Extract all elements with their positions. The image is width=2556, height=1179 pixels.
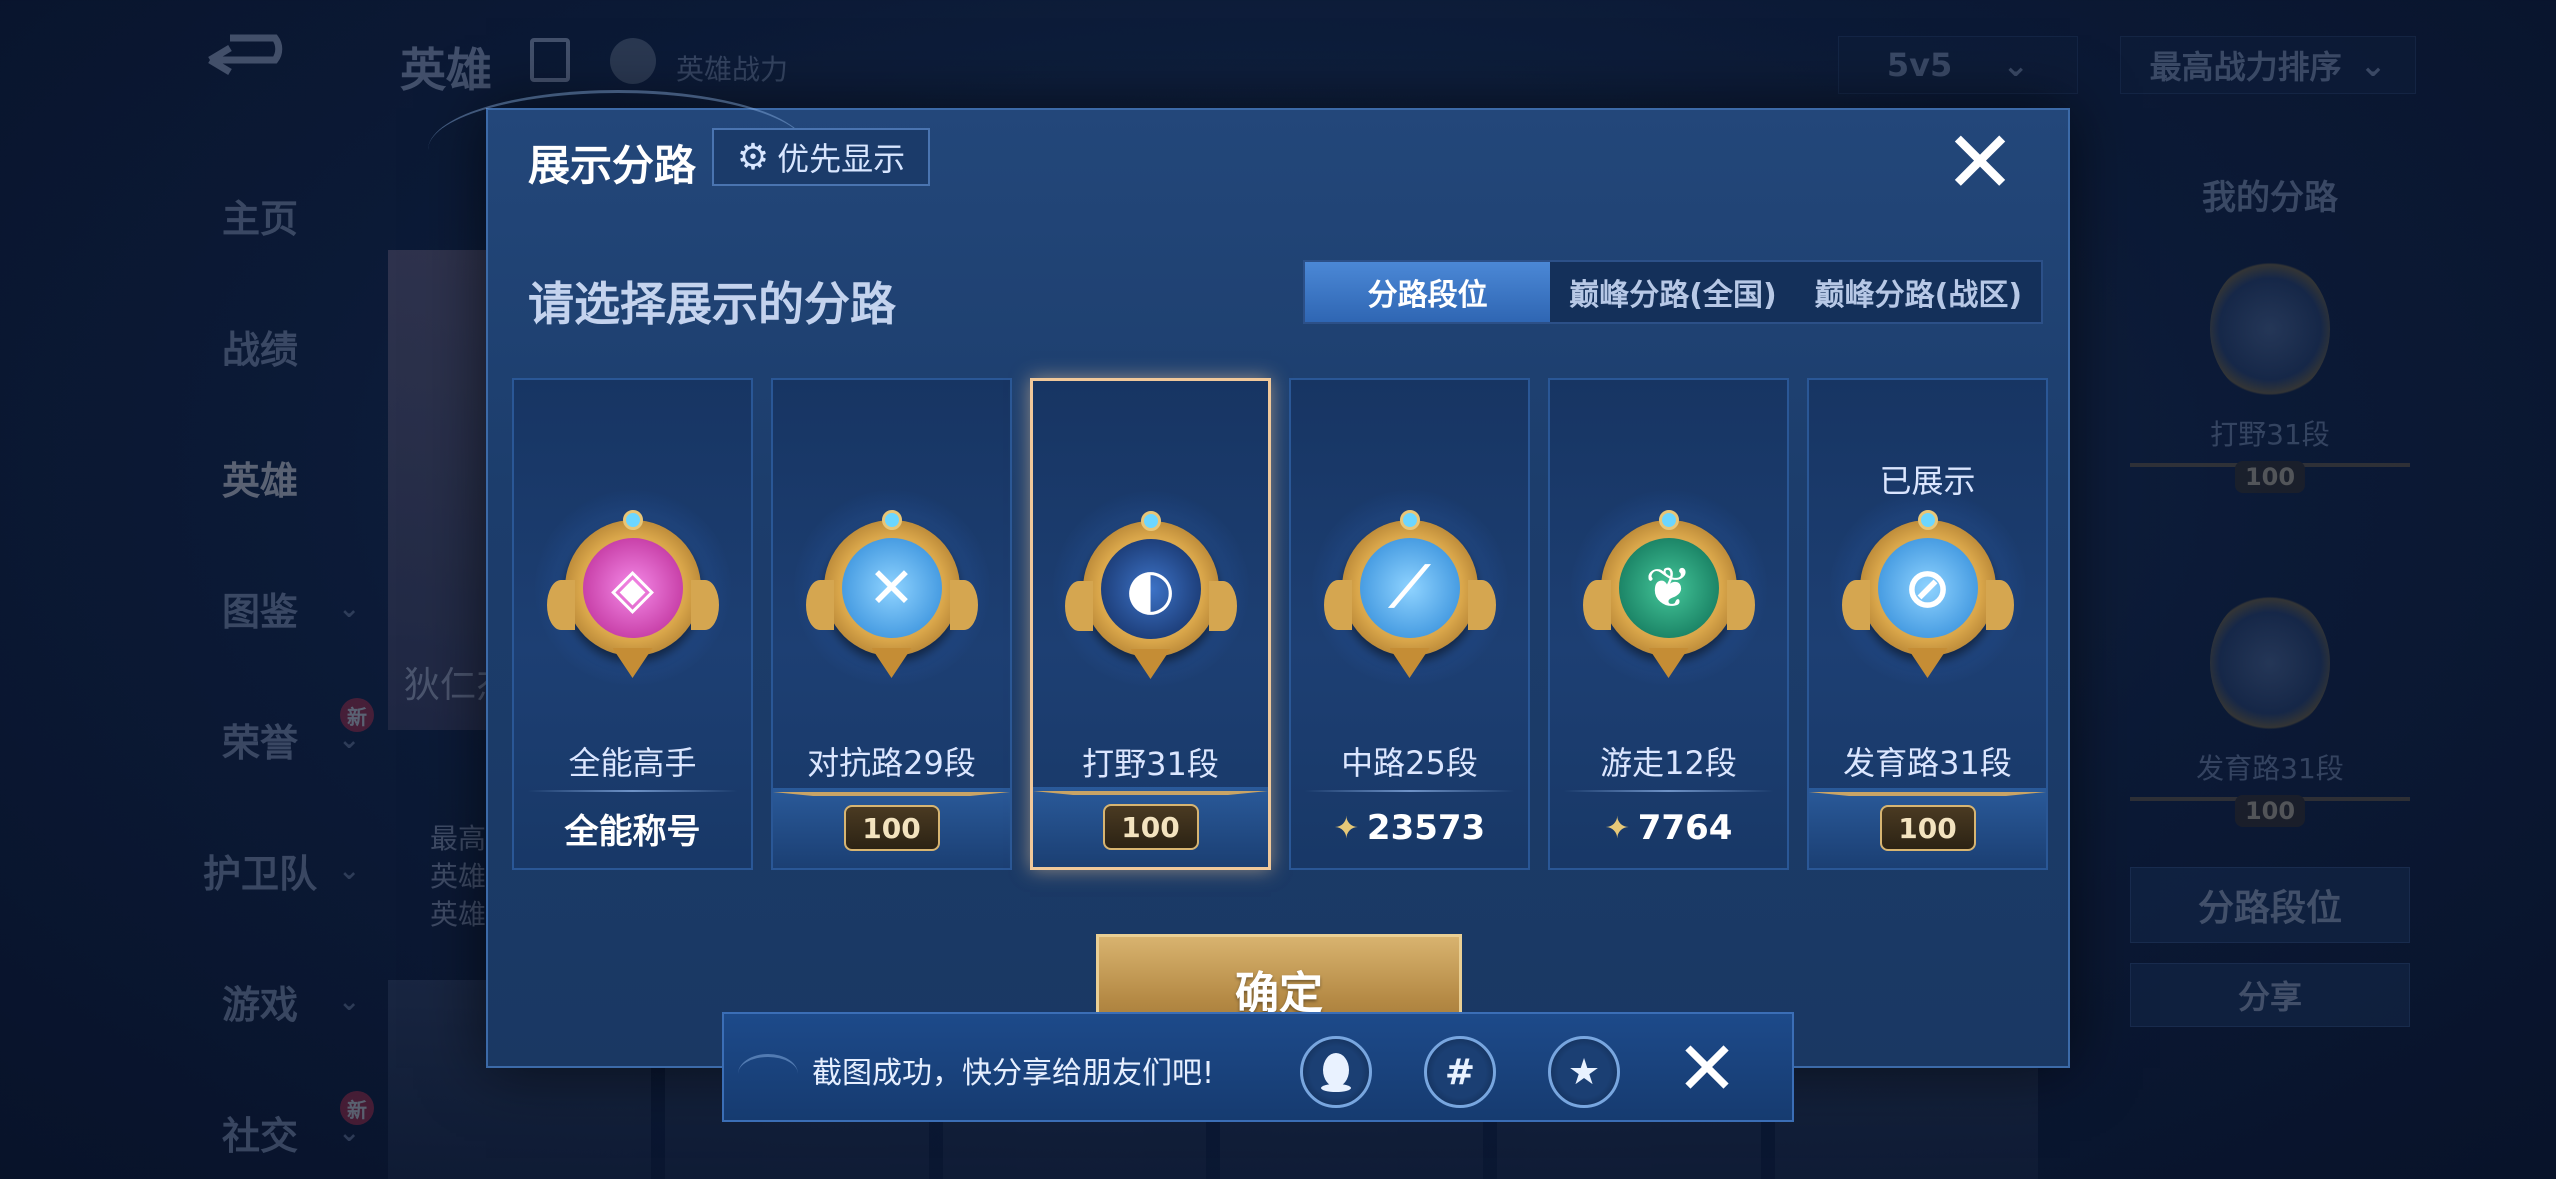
screenshot-toast: 截图成功，快分享给朋友们吧! # ★ ✕ xyxy=(722,1012,1794,1122)
priority-display-label: 优先显示 xyxy=(777,140,906,178)
peak-score: 23573 xyxy=(1366,808,1486,848)
lane-label: 游走12段 xyxy=(1600,744,1737,782)
lane-tab[interactable]: 巅峰分路(全国) xyxy=(1550,262,1795,322)
qzone-icon[interactable]: ★ xyxy=(1548,1036,1620,1108)
lane-label: 发育路31段 xyxy=(1843,744,2012,782)
lane-tabs: 分路段位 巅峰分路(全国) 巅峰分路(战区) xyxy=(1303,260,2043,324)
dialog-subtitle: 请选择展示的分路 xyxy=(528,277,896,331)
title-text: 全能称号 xyxy=(564,811,701,852)
lane-card[interactable]: ✕ 对抗路29段 100 xyxy=(771,378,1012,870)
lane-plate: ✦ 7764 xyxy=(1550,788,1787,868)
lane-card[interactable]: ◐ 打野31段 100 xyxy=(1030,378,1271,870)
lane-plate: ✦ 23573 xyxy=(1291,788,1528,868)
lane-plate: 100 xyxy=(1809,788,2046,868)
close-icon[interactable]: ✕ xyxy=(1944,120,2016,206)
all-round-icon: ◈ xyxy=(546,510,719,678)
lane-card[interactable]: 已展示 ⊘ 发育路31段 100 xyxy=(1807,378,2048,870)
lane-label: 打野31段 xyxy=(1082,745,1219,783)
farm-lane-icon: ⊘ xyxy=(1841,510,2014,678)
gear-icon: ⚙ xyxy=(736,136,770,178)
clash-lane-icon: ✕ xyxy=(805,510,978,678)
lane-plate: 全能称号 xyxy=(514,788,751,868)
priority-display-button[interactable]: ⚙ 优先显示 xyxy=(712,128,930,186)
peak-score-icon: ✦ xyxy=(1604,810,1630,846)
lane-cards: ◈ 全能高手 全能称号 ✕ 对抗路29段 100 ◐ 打野31段 100 ⟋ 中路25段 ✦ 23573… xyxy=(512,378,2048,870)
lane-label: 对抗路29段 xyxy=(807,744,976,782)
lane-label: 中路25段 xyxy=(1341,744,1478,782)
lane-display-dialog: 展示分路 ⚙ 优先显示 ✕ 请选择展示的分路 分路段位 巅峰分路(全国) 巅峰分路(… xyxy=(428,90,2070,1068)
lane-card[interactable]: ◈ 全能高手全能称号 xyxy=(512,378,753,870)
dialog-title: 展示分路 xyxy=(528,141,697,190)
lane-tab[interactable]: 分路段位 xyxy=(1305,262,1551,322)
roam-icon: ❦ xyxy=(1582,510,1755,678)
lane-plate: 100 xyxy=(1033,787,1268,867)
lane-tab[interactable]: 巅峰分路(战区) xyxy=(1796,262,2041,322)
peak-score-icon: ✦ xyxy=(1333,810,1359,846)
rank-badge: 100 xyxy=(843,805,940,851)
decorative-swirl xyxy=(738,1054,798,1094)
lane-label: 全能高手 xyxy=(568,744,697,782)
lane-plate: 100 xyxy=(773,788,1010,868)
lane-card[interactable]: ⟋ 中路25段 ✦ 23573 xyxy=(1289,378,1530,870)
toast-message: 截图成功，快分享给朋友们吧! xyxy=(812,1056,1215,1091)
jungle-icon: ◐ xyxy=(1064,511,1237,679)
lane-card[interactable]: ❦ 游走12段 ✦ 7764 xyxy=(1548,378,1789,870)
qq-icon[interactable] xyxy=(1300,1036,1372,1108)
wechat-moments-icon[interactable]: # xyxy=(1424,1036,1496,1108)
peak-score: 7764 xyxy=(1637,808,1733,848)
mid-lane-icon: ⟋ xyxy=(1323,510,1496,678)
rank-badge: 100 xyxy=(1102,804,1199,850)
rank-badge: 100 xyxy=(1879,805,1976,851)
close-icon[interactable]: ✕ xyxy=(1672,1032,1742,1106)
